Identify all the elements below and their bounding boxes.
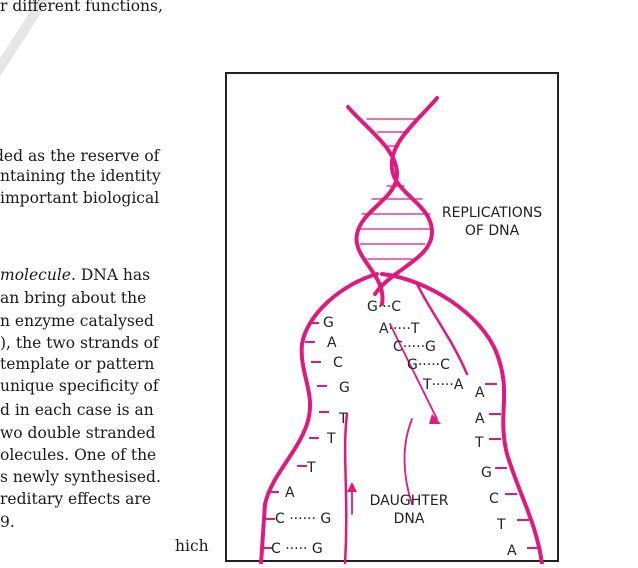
center-pair: T·····A [423, 377, 464, 393]
right-base-label: T [475, 435, 484, 451]
center-pair: A·····T [379, 321, 420, 337]
right-base-label: A [507, 543, 517, 559]
text-line-5: molecule. DNA has [0, 266, 151, 284]
text-line-4: important biological [0, 189, 160, 207]
text-line-13: olecules. One of the [0, 446, 157, 464]
right-base-label: G [481, 465, 492, 481]
text-line-2: ded as the reserve of [0, 147, 160, 165]
center-pair: G···C [367, 299, 401, 315]
left-base-label: C [333, 355, 343, 371]
left-base-label: A [327, 335, 337, 351]
arrow-head-2 [347, 482, 357, 492]
right-base-label: C [489, 491, 499, 507]
dna-replication-figure: G A C G T T T A C ······ G C ····· G A A… [225, 72, 559, 566]
text-line-15: reditary effects are [0, 490, 151, 508]
left-base-label: A [285, 485, 295, 501]
daughter-dna-label: DAUGHTER DNA [369, 493, 449, 527]
center-pair: C·····G [393, 339, 436, 355]
text-line-14: s newly synthesised. [0, 468, 161, 486]
replication-label: REPLICATIONS OF DNA [441, 205, 543, 239]
left-base-label: T [307, 460, 316, 476]
left-base-label: G [323, 315, 334, 331]
left-pair-label: C ······ G [275, 511, 332, 527]
left-new-strand [343, 412, 349, 566]
left-base-label: G [339, 380, 350, 396]
right-base-label: T [497, 517, 506, 533]
text-line-10: unique specificity of [0, 377, 159, 395]
text-line-1: r different functions, [0, 0, 163, 15]
text-line-17: hich [175, 537, 209, 555]
text-line-9: template or pattern [0, 355, 155, 373]
left-pair-label: C ····· G [271, 541, 323, 557]
dna-replication-diagram [259, 96, 544, 566]
helix-rungs [359, 118, 433, 260]
text-line-12: wo double stranded [0, 424, 156, 442]
right-base-label: A [475, 385, 485, 401]
text-line-8: ), the two strands of [0, 334, 159, 352]
right-base-label: A [475, 411, 485, 427]
text-line-6: an bring about the [0, 289, 147, 307]
text-line-3: ntaining the identity [0, 167, 161, 185]
text-line-16: 9. [0, 513, 15, 531]
text-line-11: d in each case is an [0, 401, 154, 419]
left-base-label: T [327, 431, 336, 447]
left-base-label: T [339, 411, 348, 427]
center-pair: G·····C [407, 357, 450, 373]
text-line-7: n enzyme catalysed [0, 312, 154, 330]
